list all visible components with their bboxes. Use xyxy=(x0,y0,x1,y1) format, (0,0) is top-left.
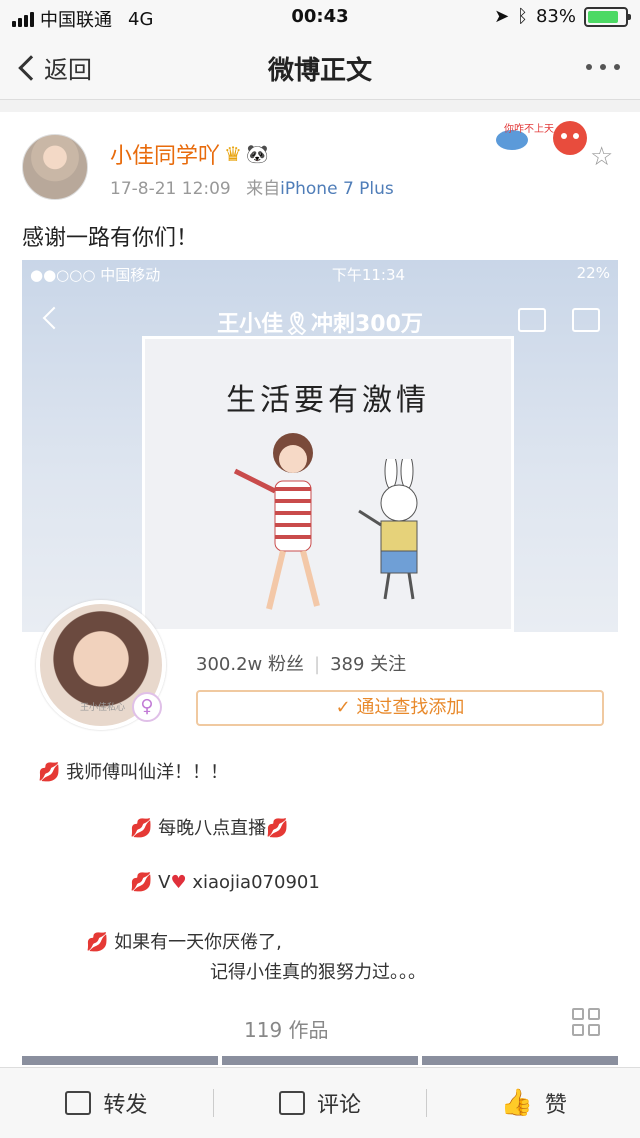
battery-icon xyxy=(584,6,631,27)
comment-label: 评论 xyxy=(317,1093,362,1118)
comment-icon xyxy=(279,1091,305,1115)
post-text: 感谢一路有你们！ xyxy=(22,226,199,251)
girl-illustration xyxy=(233,433,320,610)
like-label: 赞 xyxy=(544,1093,567,1118)
image-battery: 22% xyxy=(576,264,610,282)
profile-section: 王小佳私心 ♀ 300.2w 粉丝 | 389 关注 ✓ 通过查找添加 💋 我师傅叫… xyxy=(22,600,618,1065)
source-prefix: 来自 xyxy=(246,179,281,199)
comment-button[interactable]: 评论 xyxy=(214,1087,427,1119)
lips-icon: 💋 xyxy=(86,932,109,953)
lips-icon: 💋 xyxy=(38,762,61,783)
nav-bar: 返回 微博正文 xyxy=(0,34,640,100)
bio-line-5: 记得小佳真的狠努力过。。。 xyxy=(210,962,426,983)
repost-label: 转发 xyxy=(103,1093,148,1118)
bio-line-3: 💋 V♥ xiaojia070901 xyxy=(130,872,320,893)
female-icon: ♀ xyxy=(132,692,162,722)
share-icon xyxy=(518,308,546,332)
author-name[interactable]: 小佳同学吖 ♛ 🐼 xyxy=(110,138,268,170)
post-image[interactable]: ●●○○○ 中国移动 下午11:34 22% 王小佳🎗冲刺300万 生活要有激情 xyxy=(22,260,618,1065)
crown-icon: ♛ xyxy=(224,142,242,166)
add-via-search-button[interactable]: ✓ 通过查找添加 xyxy=(196,690,604,726)
works-count: 119 作品 xyxy=(244,1018,329,1042)
battery-percent: 83% xyxy=(535,6,576,27)
post-card: 小佳同学吖 ♛ 🐼 17-8-21 12:09 来自iPhone 7 Plus … xyxy=(0,112,640,1067)
favorite-star-icon[interactable]: ☆ xyxy=(590,142,613,172)
status-bar: 中国联通 4G 00:43 ➤ ᛒ 83% xyxy=(0,0,640,34)
thumbs-up-icon: 👍 xyxy=(500,1088,533,1118)
sticker-image: 你咋不上天 xyxy=(496,121,587,155)
panda-icon: 🐼 xyxy=(245,143,269,165)
lips-icon: 💋 xyxy=(130,872,153,893)
works-thumbnails xyxy=(22,1056,618,1065)
cover-frame: 生活要有激情 xyxy=(142,336,514,632)
image-status-bar: ●●○○○ 中国移动 下午11:34 22% xyxy=(30,264,610,285)
image-banner: ●●○○○ 中国移动 下午11:34 22% 王小佳🎗冲刺300万 生活要有激情 xyxy=(22,260,618,632)
heart-icon: ♥ xyxy=(170,872,187,893)
bluetooth-icon: ᛒ xyxy=(517,6,528,27)
repost-icon xyxy=(65,1091,92,1115)
bio-line-2: 💋 每晚八点直播💋 xyxy=(130,818,289,839)
cover-title: 生活要有激情 xyxy=(226,383,430,418)
rabbit-illustration xyxy=(358,459,418,600)
profile-stats: 300.2w 粉丝 | 389 关注 xyxy=(196,654,407,675)
sticker-text: 你咋不上天 xyxy=(504,122,554,135)
location-icon: ➤ xyxy=(494,6,510,27)
following-count[interactable]: 389 关注 xyxy=(330,654,406,675)
bio-line-4: 💋 如果有一天你厌倦了, xyxy=(86,932,282,953)
page-title: 微博正文 xyxy=(267,56,372,86)
source-link[interactable]: iPhone 7 Plus xyxy=(280,179,394,199)
image-time: 下午11:34 xyxy=(331,266,406,284)
author-avatar[interactable] xyxy=(22,134,88,200)
repost-button[interactable]: 转发 xyxy=(0,1087,213,1119)
lips-icon: 💋 xyxy=(266,818,289,839)
post-timestamp: 17-8-21 12:09 xyxy=(110,179,231,199)
avatar-caption: 王小佳私心 xyxy=(80,703,126,713)
action-bar: 转发 评论 👍 赞 xyxy=(0,1067,640,1138)
post-meta: 17-8-21 12:09 来自iPhone 7 Plus xyxy=(110,174,394,199)
grid-view-icon xyxy=(572,1008,600,1036)
fans-count[interactable]: 300.2w 粉丝 xyxy=(196,654,304,675)
bio-line-1: 💋 我师傅叫仙洋！！！ xyxy=(38,762,229,783)
lips-icon: 💋 xyxy=(130,818,153,839)
more-options-button[interactable] xyxy=(586,64,620,70)
image-carrier: ●●○○○ 中国移动 xyxy=(30,266,161,284)
like-button[interactable]: 👍 赞 xyxy=(427,1087,640,1119)
mail-icon xyxy=(572,308,600,332)
